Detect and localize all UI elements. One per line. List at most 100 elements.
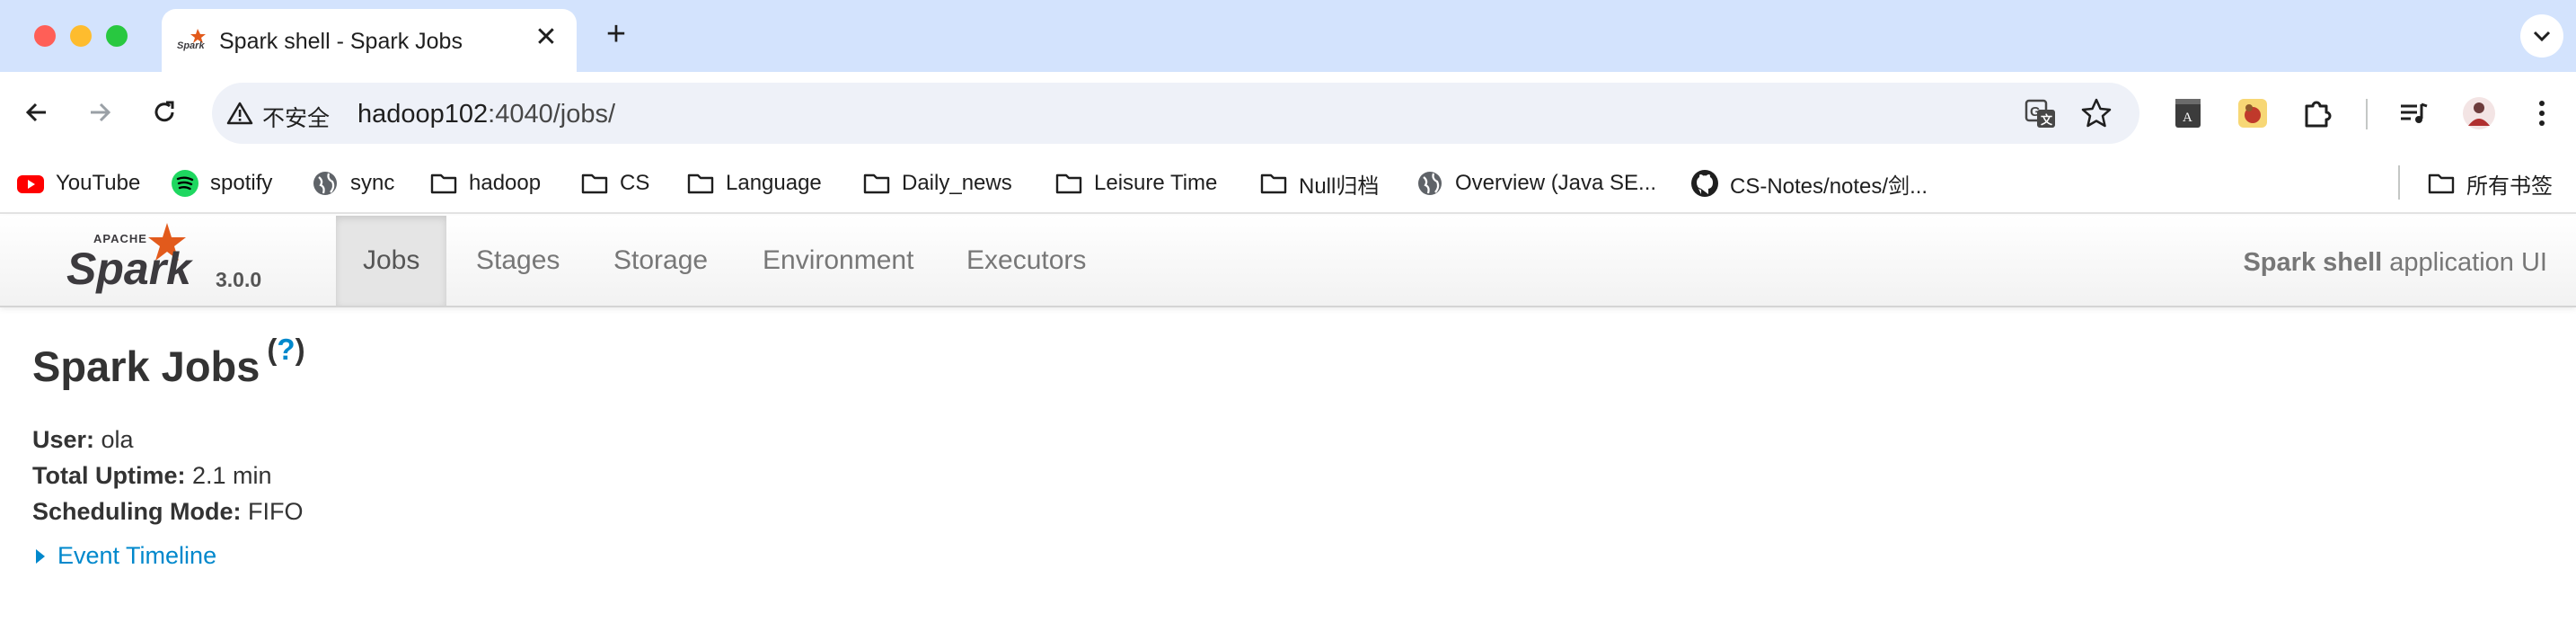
back-button[interactable] (16, 92, 57, 133)
tab-storage[interactable]: Storage (587, 216, 735, 306)
security-label[interactable]: 不安全 (262, 101, 330, 133)
media-queue-icon[interactable] (2396, 95, 2432, 131)
bookmark-sync[interactable]: sync (311, 167, 394, 200)
translate-icon[interactable]: G 文 (2025, 99, 2057, 129)
bookmark-folder-language[interactable]: Language (686, 167, 822, 200)
folder-icon (863, 173, 890, 194)
svg-text:A: A (2183, 111, 2192, 125)
svg-text:Spark: Spark (66, 244, 193, 294)
more-menu-icon[interactable] (2524, 95, 2560, 131)
bookmark-youtube[interactable]: YouTube (16, 167, 140, 200)
chevron-down-icon (2533, 31, 2551, 42)
event-timeline-toggle[interactable]: Event Timeline (32, 542, 2547, 570)
help-paren-close: ) (295, 333, 305, 366)
window-close-button[interactable] (34, 25, 56, 47)
bookmarks-bar: YouTube spotify sync hadoop CS Language (0, 155, 2576, 214)
bookmark-folder-cs[interactable]: CS (580, 167, 649, 200)
bookmark-cs-notes[interactable]: CS-Notes/notes/剑... (1690, 167, 1928, 200)
summary-scheduling-mode: Scheduling Mode: FIFO (32, 493, 2547, 529)
summary-uptime: Total Uptime: 2.1 min (32, 458, 2547, 493)
forward-arrow-icon (91, 102, 111, 122)
job-summary-list: User: ola Total Uptime: 2.1 min Scheduli… (32, 422, 2547, 529)
folder-icon (430, 173, 457, 194)
summary-mode-label: Scheduling Mode: (32, 498, 242, 525)
extension-tampermonkey-icon[interactable] (2235, 95, 2271, 131)
all-bookmarks-folder[interactable]: 所有书签 (2427, 167, 2553, 200)
url-text[interactable]: hadoop102:4040/jobs/ (357, 100, 615, 129)
back-arrow-icon (25, 102, 46, 122)
browser-tab-strip: Spark Spark shell - Spark Jobs ✕ + (0, 0, 2576, 72)
bookmark-java-se-overview[interactable]: Overview (Java SE... (1416, 167, 1656, 200)
bookmark-label: Overview (Java SE... (1455, 171, 1657, 195)
address-bar[interactable]: 不安全 hadoop102:4040/jobs/ G 文 (212, 83, 2139, 144)
bookmark-star-icon[interactable] (2080, 97, 2113, 129)
help-paren-open: ( (267, 333, 278, 366)
youtube-icon (17, 175, 44, 193)
help-tooltip[interactable]: (?) (267, 333, 304, 366)
profile-avatar-icon[interactable] (2461, 95, 2497, 131)
page-title: Spark Jobs (32, 342, 260, 390)
window-minimize-button[interactable] (70, 25, 92, 47)
bookmark-label: YouTube (56, 171, 141, 195)
browser-toolbar: 不安全 hadoop102:4040/jobs/ G 文 A (0, 72, 2576, 155)
folder-icon (581, 173, 608, 194)
all-bookmarks-label: 所有书签 (2466, 173, 2553, 199)
new-tab-button[interactable]: + (598, 16, 634, 52)
application-name-suffix: application UI (2382, 248, 2547, 277)
bookmark-label: hadoop (469, 171, 542, 195)
reload-button[interactable] (144, 92, 185, 133)
bookmark-label: Daily_news (902, 171, 1012, 195)
expand-arrow-icon (36, 548, 45, 564)
summary-user: User: ola (32, 422, 2547, 458)
bookmark-label: Null归档 (1299, 173, 1380, 199)
bookmark-label: spotify (210, 171, 273, 195)
spotify-icon (172, 170, 198, 197)
extension-dictionary-icon[interactable]: A (2170, 95, 2206, 131)
bookmark-spotify[interactable]: spotify (171, 167, 272, 200)
spark-version: 3.0.0 (216, 268, 262, 291)
browser-tab[interactable]: Spark Spark shell - Spark Jobs ✕ (162, 9, 577, 72)
tab-jobs[interactable]: Jobs (336, 216, 447, 306)
reload-icon (154, 101, 174, 122)
spark-favicon-icon: Spark (177, 29, 206, 51)
page-title-row: Spark Jobs (?) (32, 333, 2547, 391)
url-host: hadoop102 (357, 100, 489, 129)
tab-title: Spark shell - Spark Jobs (219, 29, 463, 54)
bookmark-folder-leisure-time[interactable]: Leisure Time (1054, 167, 1217, 200)
bookmark-folder-daily-news[interactable]: Daily_news (862, 167, 1012, 200)
bookmarks-separator (2398, 165, 2400, 200)
svg-text:文: 文 (2041, 113, 2053, 127)
warning-icon[interactable] (226, 101, 253, 126)
tab-environment[interactable]: Environment (736, 216, 940, 306)
tab-search-button[interactable] (2520, 14, 2563, 58)
extensions-puzzle-icon[interactable] (2299, 95, 2335, 131)
folder-icon (1260, 173, 1287, 194)
spark-logo[interactable]: APACHE Spark (66, 221, 210, 302)
summary-user-label: User: (32, 426, 95, 453)
help-link[interactable]: ? (277, 333, 295, 366)
bookmark-label: sync (350, 171, 395, 195)
folder-icon (1055, 173, 1082, 194)
summary-mode-value: FIFO (241, 498, 304, 525)
bookmark-label: Language (726, 171, 822, 195)
summary-user-value: ola (94, 426, 134, 453)
bookmark-folder-null-archive[interactable]: Null归档 (1259, 167, 1379, 200)
url-path: :4040/jobs/ (488, 100, 616, 129)
summary-uptime-label: Total Uptime: (32, 462, 186, 489)
folder-icon (687, 173, 714, 194)
spark-navbar: APACHE Spark 3.0.0 Jobs Stages Storage E… (0, 216, 2576, 307)
bookmark-label: Leisure Time (1094, 171, 1218, 195)
github-icon (1691, 170, 1718, 197)
bookmark-folder-hadoop[interactable]: hadoop (429, 167, 541, 200)
summary-uptime-value: 2.1 min (185, 462, 272, 489)
tab-stages[interactable]: Stages (449, 216, 587, 306)
svg-text:Spark: Spark (177, 40, 205, 51)
tab-executors[interactable]: Executors (940, 216, 1113, 306)
forward-button[interactable] (79, 92, 120, 133)
event-timeline-label[interactable]: Event Timeline (57, 542, 216, 570)
application-name-bold: Spark shell (2243, 248, 2383, 277)
globe-icon (1418, 172, 1442, 195)
window-zoom-button[interactable] (106, 25, 128, 47)
folder-icon (2428, 173, 2455, 194)
tab-close-icon[interactable]: ✕ (532, 23, 560, 52)
